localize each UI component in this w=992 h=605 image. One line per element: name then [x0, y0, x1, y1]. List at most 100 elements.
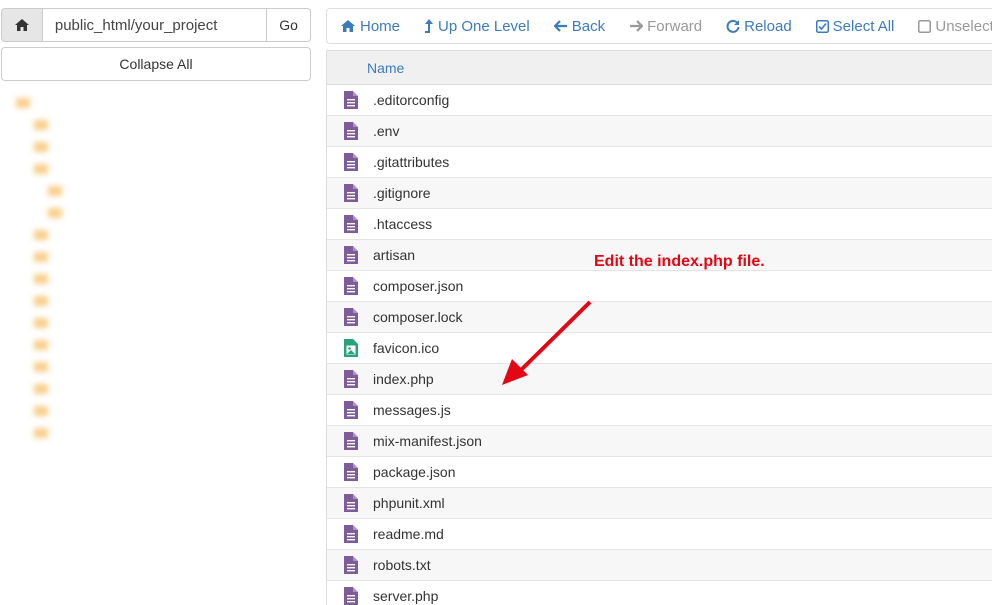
annotation-arrow-icon: [502, 300, 592, 385]
tree-item[interactable]: [14, 114, 294, 136]
text-file-icon: [327, 463, 373, 481]
tree-item[interactable]: [14, 378, 294, 400]
tree-item[interactable]: [14, 180, 294, 202]
tree-item[interactable]: [14, 158, 294, 180]
tree-item[interactable]: [14, 202, 294, 224]
home-icon: [14, 19, 29, 31]
select-all-label: Select All: [832, 17, 895, 35]
table-row[interactable]: server.php: [327, 581, 992, 605]
folder-icon: [34, 318, 48, 328]
refresh-icon: [726, 19, 740, 33]
file-name[interactable]: package.json: [373, 464, 456, 480]
file-table: Name .editorconfig .env .gitattributes .git…: [326, 50, 992, 605]
folder-icon: [34, 296, 48, 306]
text-file-icon: [327, 308, 373, 326]
tree-item[interactable]: [14, 290, 294, 312]
table-row[interactable]: phpunit.xml: [327, 488, 992, 519]
file-name[interactable]: composer.json: [373, 278, 463, 294]
left-panel: Go Collapse All: [0, 0, 316, 605]
folder-icon: [16, 98, 30, 108]
folder-icon: [34, 406, 48, 416]
file-name[interactable]: composer.lock: [373, 309, 462, 325]
file-name[interactable]: artisan: [373, 247, 415, 263]
tree-item[interactable]: [14, 334, 294, 356]
tree-item[interactable]: [14, 136, 294, 158]
collapse-all-button[interactable]: Collapse All: [1, 47, 311, 81]
text-file-icon: [327, 215, 373, 233]
file-name[interactable]: .htaccess: [373, 216, 432, 232]
file-name[interactable]: .gitattributes: [373, 154, 449, 170]
level-up-icon: [425, 19, 434, 33]
tree-item[interactable]: [14, 422, 294, 444]
back-button[interactable]: Back: [553, 18, 605, 35]
folder-icon: [48, 186, 62, 196]
select-all-button[interactable]: Select All: [815, 17, 895, 35]
table-row[interactable]: composer.json: [327, 271, 992, 302]
tree-item[interactable]: [14, 356, 294, 378]
file-name[interactable]: .gitignore: [373, 185, 431, 201]
table-row[interactable]: mix-manifest.json: [327, 426, 992, 457]
table-row[interactable]: messages.js: [327, 395, 992, 426]
file-name[interactable]: favicon.ico: [373, 340, 439, 356]
file-rows: .editorconfig .env .gitattributes .gitignor…: [327, 85, 992, 605]
text-file-icon: [327, 153, 373, 171]
table-row[interactable]: readme.md: [327, 519, 992, 550]
table-row[interactable]: robots.txt: [327, 550, 992, 581]
table-row[interactable]: favicon.ico: [327, 333, 992, 364]
file-name[interactable]: phpunit.xml: [373, 495, 445, 511]
text-file-icon: [327, 525, 373, 543]
tree-item[interactable]: [14, 224, 294, 246]
folder-icon: [34, 428, 48, 438]
file-name[interactable]: .editorconfig: [373, 92, 449, 108]
path-input[interactable]: [42, 8, 268, 42]
folder-icon: [34, 384, 48, 394]
tree-item[interactable]: [14, 312, 294, 334]
text-file-icon: [327, 556, 373, 574]
file-name[interactable]: index.php: [373, 371, 434, 387]
unselect-all-label: Unselect A: [935, 17, 992, 35]
unselect-all-button[interactable]: Unselect A: [918, 18, 992, 35]
tree-item[interactable]: [14, 246, 294, 268]
table-header: Name: [327, 51, 992, 85]
table-row[interactable]: composer.lock: [327, 302, 992, 333]
text-file-icon: [327, 587, 373, 605]
file-name[interactable]: server.php: [373, 588, 438, 604]
home-button[interactable]: Home: [340, 18, 400, 35]
text-file-icon: [327, 122, 373, 140]
arrow-right-icon: [630, 20, 644, 32]
table-row[interactable]: .gitignore: [327, 178, 992, 209]
table-row[interactable]: .editorconfig: [327, 85, 992, 116]
file-name[interactable]: robots.txt: [373, 557, 431, 573]
table-row[interactable]: .htaccess: [327, 209, 992, 240]
tree-item[interactable]: [14, 400, 294, 422]
go-button[interactable]: Go: [267, 8, 311, 42]
file-name[interactable]: readme.md: [373, 526, 444, 542]
arrow-left-icon: [553, 20, 567, 32]
text-file-icon: [327, 370, 373, 388]
text-file-icon: [327, 91, 373, 109]
table-row[interactable]: .env: [327, 116, 992, 147]
image-file-icon: [327, 339, 373, 357]
up-one-level-button[interactable]: Up One Level: [424, 18, 530, 35]
tree-item[interactable]: [14, 92, 294, 114]
file-name[interactable]: mix-manifest.json: [373, 433, 482, 449]
file-name[interactable]: messages.js: [373, 402, 451, 418]
tree-item[interactable]: [14, 268, 294, 290]
file-name[interactable]: .env: [373, 123, 399, 139]
folder-icon: [34, 362, 48, 372]
table-row[interactable]: .gitattributes: [327, 147, 992, 178]
home-label: Home: [360, 17, 401, 35]
table-row[interactable]: index.php: [327, 364, 992, 395]
name-column-header[interactable]: Name: [367, 60, 404, 76]
path-bar: Go: [1, 8, 311, 42]
folder-icon: [34, 252, 48, 262]
forward-button[interactable]: Forward: [629, 18, 702, 35]
home-icon: [341, 20, 355, 32]
right-panel: Home Up One Level Back Forward Reload Se…: [326, 0, 992, 605]
table-row[interactable]: package.json: [327, 457, 992, 488]
text-file-icon: [327, 432, 373, 450]
home-path-button[interactable]: [1, 8, 43, 42]
folder-icon: [34, 340, 48, 350]
reload-button[interactable]: Reload: [726, 18, 792, 35]
toolbar: Home Up One Level Back Forward Reload Se…: [326, 8, 992, 44]
